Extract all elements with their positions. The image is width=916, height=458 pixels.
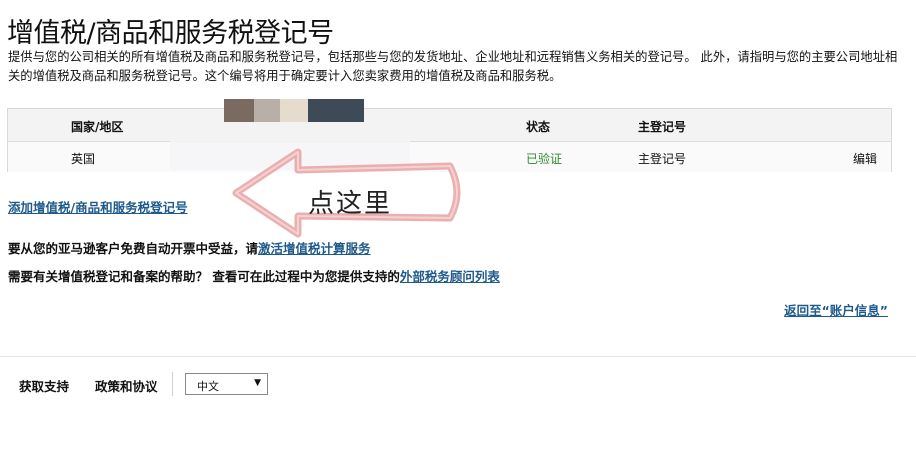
policies-link[interactable]: 政策和协议 [95,376,158,395]
back-to-account-info-link[interactable]: 返回至“账户信息” [784,300,888,319]
edit-link[interactable]: 编辑 [853,150,877,167]
help-prefix: 需要有关增值税登记和备案的帮助？ 查看可在此过程中为您提供支持的 [8,269,400,284]
callout-text: 点这里 [308,189,393,219]
row-country: 英国 [71,152,96,166]
intro-text: 提供与您的公司相关的所有增值税及商品和服务税登记号，包括那些与您的发货地址、企业… [8,50,898,83]
chevron-down-icon: ▼ [254,378,261,388]
redacted-number-block [224,99,254,122]
footer-divider [0,356,916,357]
activate-vat-service-link[interactable]: 激活增值税计算服务 [258,241,371,256]
get-support-link[interactable]: 获取支持 [19,376,69,395]
tax-advisor-list-link[interactable]: 外部税务顾问列表 [400,269,500,284]
header-status: 状态 [526,120,551,134]
language-value: 中文 [197,380,219,393]
header-primary: 主登记号 [638,120,687,134]
redacted-number-block [254,99,280,122]
redacted-number-block [308,99,364,122]
add-vat-number-link[interactable]: 添加增值税/商品和服务税登记号 [8,197,188,216]
invoice-prefix: 要从您的亚马逊客户免费自动开票中受益，请 [8,241,259,256]
header-country: 国家/地区 [71,120,124,134]
redacted-number-block [280,99,308,122]
language-select[interactable]: 中文 ▼ [185,373,268,395]
page-title: 增值税/商品和服务税登记号 [7,18,334,49]
row-status-verified: 已验证 [526,152,563,166]
help-line: 需要有关增值税登记和备案的帮助？ 查看可在此过程中为您提供支持的外部税务顾问列表 [8,266,500,285]
footer-separator [172,372,173,396]
row-primary: 主登记号 [638,152,687,166]
table-header: 国家/地区 状态 主登记号 [8,109,891,142]
invoice-benefit-line: 要从您的亚马逊客户免费自动开票中受益，请激活增值税计算服务 [8,238,371,257]
